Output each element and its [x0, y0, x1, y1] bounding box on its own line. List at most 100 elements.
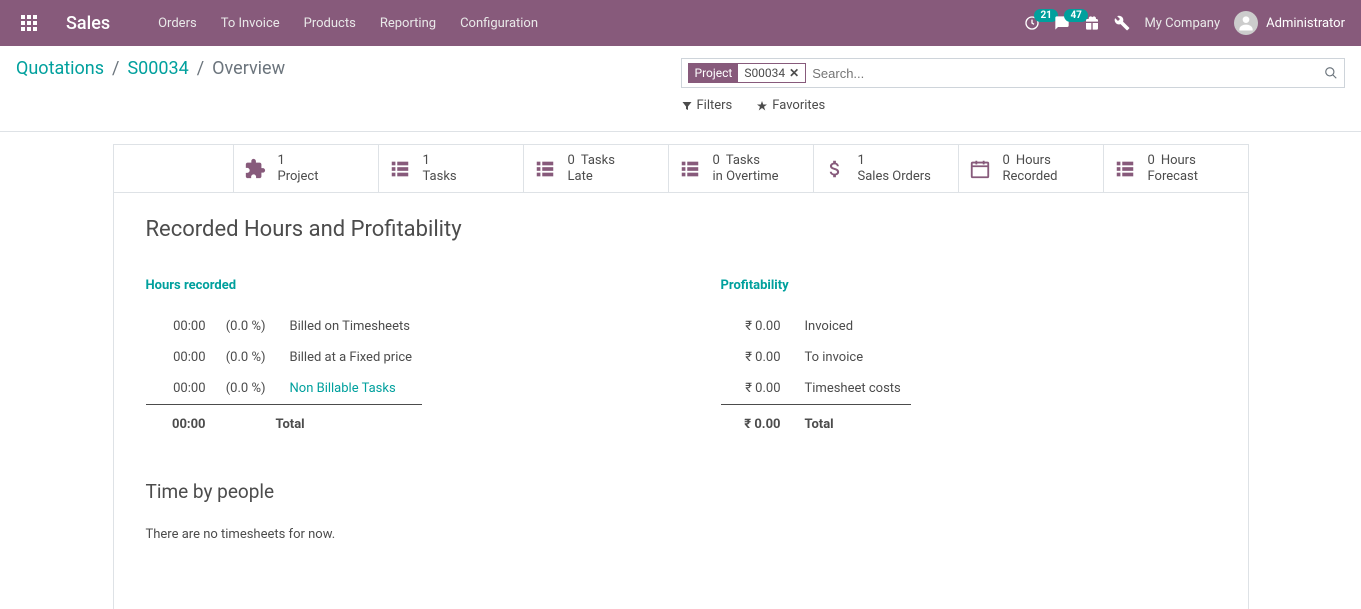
- table-row: 00:00 (0.0 %) Billed at a Fixed price: [146, 342, 423, 373]
- search-input[interactable]: [812, 66, 1324, 81]
- hours-time-0: 00:00: [146, 311, 216, 342]
- table-row: ₹ 0.00 To invoice: [721, 342, 911, 373]
- section-title-time-by-people: Time by people: [146, 480, 1216, 503]
- stat-tasks-late[interactable]: 0 Tasks Late: [524, 145, 669, 192]
- control-panel: Quotations / S00034 / Overview Project S…: [0, 46, 1361, 132]
- profit-amount-0: ₹ 0.00: [721, 311, 791, 342]
- breadcrumb-sep: /: [112, 58, 119, 79]
- hours-heading: Hours recorded: [146, 278, 641, 293]
- stat-hours-recorded-label: Recorded: [1003, 169, 1058, 185]
- stat-hours-forecast-value: 0: [1148, 153, 1155, 169]
- hours-total-time: 00:00: [146, 405, 216, 441]
- hours-pct-1: (0.0 %): [216, 342, 276, 373]
- hours-pct-0: (0.0 %): [216, 311, 276, 342]
- list-icon: [389, 158, 413, 180]
- list-icon: [534, 158, 558, 180]
- stat-tasks-overtime-value: 0: [713, 153, 720, 169]
- stat-tasks-overtime[interactable]: 0 Tasks in Overtime: [669, 145, 814, 192]
- stat-tasks[interactable]: 1 Tasks: [379, 145, 524, 192]
- puzzle-icon: [244, 158, 268, 180]
- dollar-icon: [824, 158, 848, 180]
- nav-menu-configuration[interactable]: Configuration: [460, 16, 538, 31]
- nav-menu-products[interactable]: Products: [304, 16, 356, 31]
- search-facet-value: S00034 ✕: [738, 64, 805, 82]
- stat-project[interactable]: 1 Project: [234, 145, 379, 192]
- content-scroll[interactable]: 1 Project 1 Tasks: [0, 132, 1361, 609]
- breadcrumb-quotations[interactable]: Quotations: [16, 58, 104, 79]
- favorites-button[interactable]: Favorites: [756, 98, 825, 113]
- stat-sales-orders-value: 1: [858, 153, 931, 169]
- profit-total-label: Total: [791, 405, 911, 441]
- search-icon[interactable]: [1324, 66, 1338, 80]
- app-brand[interactable]: Sales: [66, 13, 110, 34]
- activity-icon[interactable]: 21: [1024, 15, 1040, 31]
- nav-menu-reporting[interactable]: Reporting: [380, 16, 436, 31]
- table-row: 00:00 (0.0 %) Billed on Timesheets: [146, 311, 423, 342]
- search-facet-project[interactable]: Project S00034 ✕: [688, 63, 807, 83]
- main-navbar: Sales Orders To Invoice Products Reporti…: [0, 0, 1361, 46]
- stat-hours-forecast[interactable]: 0 Hours Forecast: [1104, 145, 1248, 192]
- company-selector[interactable]: My Company: [1144, 16, 1220, 31]
- hours-total-label: Total: [276, 405, 423, 441]
- stat-sales-orders[interactable]: 1 Sales Orders: [814, 145, 959, 192]
- section-title-profitability: Recorded Hours and Profitability: [146, 217, 1216, 242]
- calendar-icon: [969, 158, 993, 180]
- debug-icon[interactable]: [1114, 15, 1130, 31]
- profit-amount-2: ₹ 0.00: [721, 373, 791, 405]
- stat-project-label: Project: [278, 169, 319, 185]
- discuss-icon[interactable]: 47: [1054, 15, 1070, 31]
- table-row: 00:00 (0.0 %) Non Billable Tasks: [146, 373, 423, 405]
- content-area: 1 Project 1 Tasks: [0, 132, 1361, 609]
- stat-buttons-row: 1 Project 1 Tasks: [114, 145, 1248, 193]
- user-menu[interactable]: Administrator: [1234, 11, 1345, 35]
- filters-button[interactable]: Filters: [681, 98, 733, 113]
- profit-heading: Profitability: [721, 278, 1216, 293]
- profit-column: Profitability ₹ 0.00 Invoiced ₹ 0.00 To …: [721, 278, 1216, 440]
- apps-menu-icon[interactable]: [16, 10, 42, 36]
- stat-tasks-late-label: Late: [568, 169, 615, 185]
- profit-amount-1: ₹ 0.00: [721, 342, 791, 373]
- list-icon: [1114, 158, 1138, 180]
- search-facet-value-text: S00034: [744, 66, 785, 80]
- search-bar[interactable]: Project S00034 ✕: [681, 58, 1346, 88]
- stat-tasks-label: Tasks: [423, 169, 457, 185]
- profit-table: ₹ 0.00 Invoiced ₹ 0.00 To invoice ₹ 0.00…: [721, 311, 911, 440]
- hours-label-1: Billed at a Fixed price: [276, 342, 423, 373]
- non-billable-link[interactable]: Non Billable Tasks: [290, 381, 396, 396]
- table-row: ₹ 0.00 Invoiced: [721, 311, 911, 342]
- breadcrumb-sep: /: [197, 58, 204, 79]
- profit-label-2: Timesheet costs: [791, 373, 911, 405]
- hours-time-2: 00:00: [146, 373, 216, 405]
- hours-time-1: 00:00: [146, 342, 216, 373]
- table-row: ₹ 0.00 Timesheet costs: [721, 373, 911, 405]
- close-icon[interactable]: ✕: [789, 66, 799, 80]
- table-row-total: 00:00 Total: [146, 405, 423, 441]
- list-icon: [679, 158, 703, 180]
- hours-pct-2: (0.0 %): [216, 373, 276, 405]
- stat-hours-recorded-value: 0: [1003, 153, 1010, 169]
- stat-tasks-late-unit: Tasks: [581, 153, 615, 169]
- profit-label-1: To invoice: [791, 342, 911, 373]
- empty-timesheets-text: There are no timesheets for now.: [146, 527, 1216, 542]
- stat-hours-recorded[interactable]: 0 Hours Recorded: [959, 145, 1104, 192]
- stat-tasks-overtime-unit: Tasks: [726, 153, 760, 169]
- filters-label: Filters: [697, 98, 733, 113]
- search-facet-label: Project: [689, 64, 739, 82]
- breadcrumb-order[interactable]: S00034: [127, 58, 188, 79]
- stat-sales-orders-label: Sales Orders: [858, 169, 931, 185]
- hours-label-0: Billed on Timesheets: [276, 311, 423, 342]
- nav-menu-orders[interactable]: Orders: [158, 16, 197, 31]
- stat-tasks-overtime-label: in Overtime: [713, 169, 779, 185]
- table-row-total: ₹ 0.00 Total: [721, 405, 911, 441]
- stat-hours-forecast-unit: Hours: [1161, 153, 1196, 169]
- form-sheet: 1 Project 1 Tasks: [113, 144, 1249, 609]
- gift-icon[interactable]: [1084, 15, 1100, 31]
- sheet-body: Recorded Hours and Profitability Hours r…: [114, 193, 1248, 609]
- stat-tasks-late-value: 0: [568, 153, 575, 169]
- stat-spacer: [114, 145, 234, 192]
- nav-right: 21 47 My Company Administrator: [1024, 11, 1345, 35]
- stat-project-value: 1: [278, 153, 319, 169]
- breadcrumb-current: Overview: [212, 58, 285, 79]
- nav-menu-to-invoice[interactable]: To Invoice: [221, 16, 280, 31]
- favorites-label: Favorites: [772, 98, 825, 113]
